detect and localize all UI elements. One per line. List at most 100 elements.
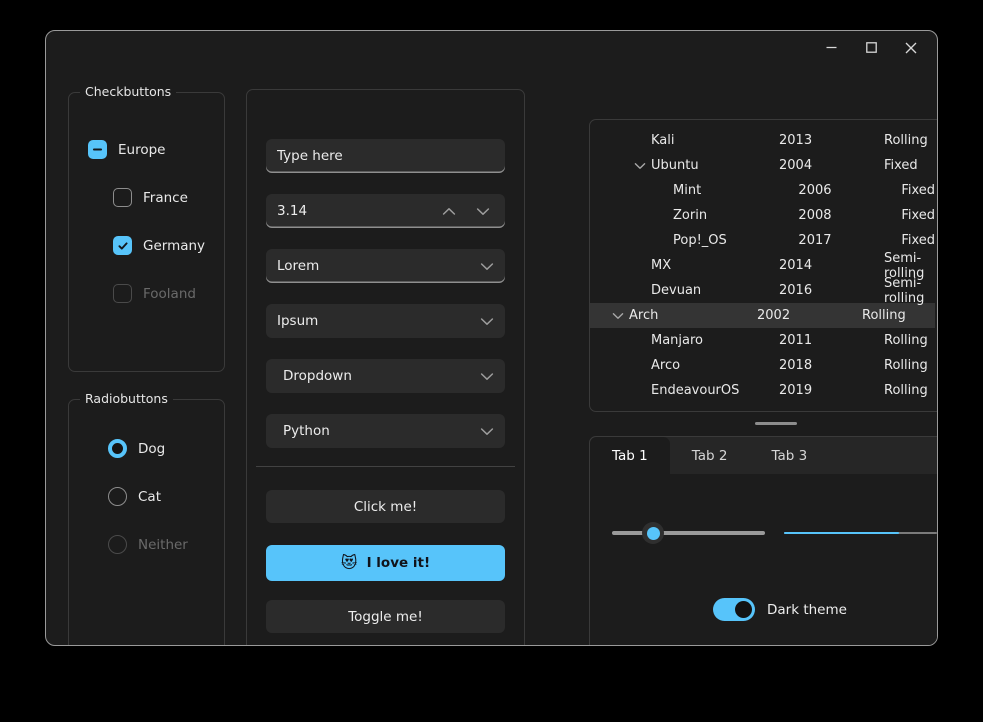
treeview-cell-name: Devuan bbox=[651, 283, 702, 298]
treeview-cell-release: Rolling bbox=[884, 358, 928, 373]
dark-theme-switch[interactable] bbox=[713, 598, 755, 621]
checkbox-unchecked-icon bbox=[113, 188, 132, 207]
treeview-row[interactable]: Pop!_OS 2017 Fixed bbox=[590, 228, 935, 253]
checkbuttons-frame: Checkbuttons Europe France Germany Foola… bbox=[68, 84, 225, 372]
treeview-row[interactable]: Kali 2013 Rolling bbox=[590, 128, 935, 153]
treeview-cell-release: Fixed bbox=[884, 158, 918, 173]
dark-theme-switch-row[interactable]: Dark theme bbox=[713, 598, 847, 621]
option-menu[interactable]: Ipsum bbox=[266, 304, 505, 338]
radiobutton-label: Cat bbox=[138, 488, 161, 505]
treeview-row[interactable]: Mint 2006 Fixed bbox=[590, 178, 935, 203]
treeview-cell-name: Arch bbox=[629, 308, 659, 323]
scale-thumb[interactable] bbox=[642, 522, 665, 544]
checkbutton-label: Europe bbox=[118, 141, 166, 158]
treeview[interactable]: Kali 2013 Rolling Ubuntu 2004 Fixed Mint 2006 Fi… bbox=[589, 119, 938, 412]
treeview-rows: Kali 2013 Rolling Ubuntu 2004 Fixed Mint 2006 Fi… bbox=[590, 128, 935, 403]
treeview-cell-year: 2014 bbox=[779, 258, 813, 273]
radiobutton-cat[interactable]: Cat bbox=[108, 487, 161, 506]
spinbox[interactable]: 3.14 bbox=[266, 194, 505, 228]
progressbar-fill bbox=[784, 532, 899, 534]
title-bar bbox=[46, 31, 937, 64]
treeview-cell-name: Kali bbox=[651, 133, 675, 148]
combobox[interactable]: Lorem bbox=[266, 249, 505, 283]
minimize-icon bbox=[825, 41, 838, 54]
i-love-it-label: I love it! bbox=[366, 555, 431, 571]
click-me-button[interactable]: Click me! bbox=[266, 490, 505, 523]
treeview-cell-year: 2006 bbox=[798, 183, 832, 198]
radiobuttons-frame: Radiobuttons Dog Cat Neither bbox=[68, 391, 225, 645]
i-love-it-button[interactable]: 😻 I love it! bbox=[266, 545, 505, 581]
text-entry-value: Type here bbox=[277, 148, 343, 164]
menu-button[interactable]: Dropdown bbox=[266, 359, 505, 393]
combobox-value: Lorem bbox=[277, 258, 320, 274]
checkbutton-germany[interactable]: Germany bbox=[113, 236, 205, 255]
treeview-cell-year: 2016 bbox=[779, 283, 813, 298]
tab-strip: Tab 1 Tab 2 Tab 3 bbox=[590, 437, 937, 474]
treeview-row[interactable]: Devuan 2016 Semi-rolling bbox=[590, 275, 935, 306]
option-menu-value: Ipsum bbox=[277, 313, 319, 329]
treeview-cell-year: 2018 bbox=[779, 358, 813, 373]
treeview-cell-year: 2002 bbox=[757, 308, 791, 323]
checkbutton-europe[interactable]: Europe bbox=[88, 140, 165, 159]
pane-resize-grip[interactable] bbox=[755, 422, 797, 425]
tab-3[interactable]: Tab 3 bbox=[749, 437, 829, 474]
radiobutton-neither: Neither bbox=[108, 535, 188, 554]
text-entry[interactable]: Type here bbox=[266, 139, 505, 173]
treeview-cell-release: Semi-rolling bbox=[884, 275, 925, 306]
treeview-cell-year: 2019 bbox=[779, 383, 813, 398]
radio-unselected-icon bbox=[108, 487, 127, 506]
close-button[interactable] bbox=[891, 34, 931, 62]
treeview-cell-year: 2008 bbox=[798, 208, 832, 223]
tab-2[interactable]: Tab 2 bbox=[670, 437, 750, 474]
treeview-cell-release: Rolling bbox=[884, 133, 928, 148]
treeview-row[interactable]: EndeavourOS 2019 Rolling bbox=[590, 378, 935, 403]
treeview-scrollbar[interactable] bbox=[937, 123, 938, 408]
toggle-me-label: Toggle me! bbox=[348, 608, 423, 625]
language-menu-button[interactable]: Python bbox=[266, 414, 505, 448]
scale-trough[interactable] bbox=[612, 531, 765, 535]
treeview-row[interactable]: Manjaro 2011 Rolling bbox=[590, 328, 935, 353]
checkbox-disabled-icon bbox=[113, 284, 132, 303]
tree-expander-expanded-icon[interactable] bbox=[607, 312, 629, 320]
chevron-down-icon[interactable] bbox=[476, 207, 490, 216]
treeview-cell-release: Rolling bbox=[862, 308, 906, 323]
close-icon bbox=[904, 41, 918, 55]
chevron-up-icon[interactable] bbox=[442, 207, 456, 216]
radiobuttons-title: Radiobuttons bbox=[80, 391, 173, 406]
treeview-cell-name: Pop!_OS bbox=[673, 233, 727, 248]
treeview-cell-name: MX bbox=[651, 258, 672, 273]
treeview-cell-name: EndeavourOS bbox=[651, 383, 740, 398]
checkbutton-label: Germany bbox=[143, 237, 206, 254]
progressbar-trough bbox=[784, 532, 937, 534]
treeview-cell-name: Manjaro bbox=[651, 333, 704, 348]
chevron-down-icon bbox=[480, 317, 494, 326]
treeview-row[interactable]: Ubuntu 2004 Fixed bbox=[590, 153, 935, 178]
treeview-cell-release: Fixed bbox=[901, 208, 935, 223]
radiobutton-dog[interactable]: Dog bbox=[108, 439, 165, 458]
chevron-down-icon bbox=[480, 262, 494, 271]
maximize-icon bbox=[865, 41, 878, 54]
toggle-me-button[interactable]: Toggle me! bbox=[266, 600, 505, 633]
treeview-cell-name: Ubuntu bbox=[651, 158, 699, 173]
treeview-cell-release: Fixed bbox=[901, 233, 935, 248]
minimize-button[interactable] bbox=[811, 34, 851, 62]
treeview-cell-release: Rolling bbox=[884, 383, 928, 398]
treeview-cell-release: Rolling bbox=[884, 333, 928, 348]
tab-1[interactable]: Tab 1 bbox=[590, 437, 670, 474]
radiobutton-label: Dog bbox=[138, 440, 166, 457]
treeview-row[interactable]: Arch 2002 Rolling bbox=[590, 303, 935, 328]
tree-expander-expanded-icon[interactable] bbox=[629, 162, 651, 170]
treeview-row[interactable]: MX 2014 Semi-rolling bbox=[590, 251, 935, 281]
click-me-label: Click me! bbox=[353, 498, 418, 515]
menu-button-value: Dropdown bbox=[283, 368, 352, 384]
treeview-row[interactable]: Zorin 2008 Fixed bbox=[590, 203, 935, 228]
language-menu-value: Python bbox=[283, 423, 330, 439]
treeview-row[interactable]: Arco 2018 Rolling bbox=[590, 353, 935, 378]
checkbutton-france[interactable]: France bbox=[113, 188, 188, 207]
form-frame: Type here 3.14 Lorem Ipsum Dropdown Pyth… bbox=[246, 89, 525, 645]
treeview-cell-year: 2013 bbox=[779, 133, 813, 148]
maximize-button[interactable] bbox=[851, 34, 891, 62]
treeview-cell-name: Mint bbox=[673, 183, 702, 198]
radiobutton-label: Neither bbox=[138, 536, 188, 553]
checkbutton-label: France bbox=[143, 189, 188, 206]
